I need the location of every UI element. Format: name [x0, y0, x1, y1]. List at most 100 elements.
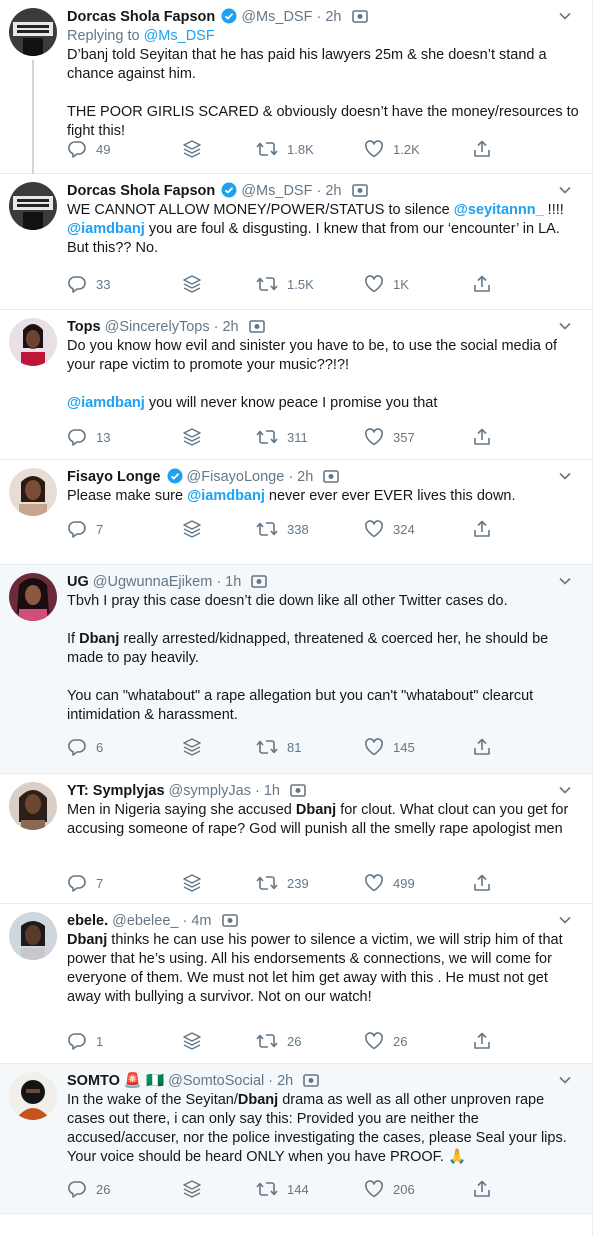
reply-count: 13: [96, 429, 111, 445]
retweet-button[interactable]: 1.8K: [256, 139, 314, 159]
display-name[interactable]: Dorcas Shola Fapson: [67, 183, 215, 199]
reply-button[interactable]: 49: [67, 139, 110, 159]
like-button[interactable]: 1.2K: [364, 139, 420, 159]
timestamp[interactable]: · 2h: [316, 9, 341, 25]
mention-link[interactable]: @seyitannn_: [454, 202, 544, 218]
mention-link[interactable]: @iamdbanj: [67, 221, 145, 237]
share-button[interactable]: [472, 873, 492, 893]
handle[interactable]: @FisayoLonge: [187, 469, 285, 485]
avatar[interactable]: [9, 468, 57, 516]
share-button[interactable]: [472, 737, 492, 757]
timestamp[interactable]: · 4m: [183, 913, 212, 929]
text-run: You can "whatabout" a rape allegation bu…: [67, 688, 534, 723]
stack-button[interactable]: [182, 1031, 202, 1051]
tweet[interactable]: UG @UgwunnaEjikem · 1h Tbvh I pray this …: [0, 565, 592, 774]
retweet-button[interactable]: 26: [256, 1031, 301, 1051]
avatar[interactable]: [9, 182, 57, 230]
like-button[interactable]: 499: [364, 873, 415, 893]
tweet[interactable]: ebele. @ebelee_ · 4m Dbanj thinks he can…: [0, 904, 592, 1064]
share-button[interactable]: [472, 519, 492, 539]
tweet[interactable]: YT: Symplyjas @symplyJas · 1h Men in Nig…: [0, 774, 592, 904]
display-name[interactable]: Fisayo Longe: [67, 469, 160, 485]
replying-handle-link[interactable]: @Ms_DSF: [144, 28, 215, 44]
replying-label: Replying to: [67, 28, 140, 44]
retweet-button[interactable]: 311: [256, 427, 308, 447]
stack-button[interactable]: [182, 873, 202, 893]
reply-button[interactable]: 13: [67, 427, 110, 447]
stack-button[interactable]: [182, 1179, 202, 1199]
display-name[interactable]: ebele.: [67, 913, 108, 929]
tweet[interactable]: Tops @SincerelyTops · 2h Do you know how…: [0, 310, 592, 460]
handle[interactable]: @Ms_DSF: [241, 9, 312, 25]
tweet[interactable]: SOMTO 🚨 🇳🇬 @SomtoSocial · 2h In the wake…: [0, 1064, 592, 1214]
like-button[interactable]: 206: [364, 1179, 415, 1199]
chevron-down-icon[interactable]: [558, 469, 572, 483]
retweet-button[interactable]: 1.5K: [256, 274, 314, 294]
timestamp[interactable]: · 2h: [268, 1073, 293, 1089]
handle[interactable]: @Ms_DSF: [241, 183, 312, 199]
share-button[interactable]: [472, 1179, 492, 1199]
chevron-down-icon[interactable]: [558, 319, 572, 333]
like-button[interactable]: 324: [364, 519, 415, 539]
reply-button[interactable]: 1: [67, 1031, 103, 1051]
like-button[interactable]: 145: [364, 737, 415, 757]
timestamp[interactable]: · 2h: [214, 319, 239, 335]
chevron-down-icon[interactable]: [558, 1073, 572, 1087]
handle[interactable]: @ebelee_: [112, 913, 178, 929]
avatar[interactable]: [9, 318, 57, 366]
handle[interactable]: @symplyJas: [169, 783, 251, 799]
camera-icon: [290, 784, 306, 797]
tweet-paragraph: D’banj told Seyitan that he has paid his…: [67, 46, 584, 84]
reply-button[interactable]: 33: [67, 274, 110, 294]
like-button[interactable]: 357: [364, 427, 415, 447]
chevron-down-icon[interactable]: [558, 183, 572, 197]
reply-button[interactable]: 7: [67, 873, 103, 893]
mention-link[interactable]: @iamdbanj: [67, 395, 145, 411]
avatar[interactable]: [9, 8, 57, 56]
share-button[interactable]: [472, 1031, 492, 1051]
display-name[interactable]: UG: [67, 574, 89, 590]
chevron-down-icon[interactable]: [558, 574, 572, 588]
stack-button[interactable]: [182, 519, 202, 539]
stack-button[interactable]: [182, 427, 202, 447]
stack-button[interactable]: [182, 274, 202, 294]
chevron-down-icon[interactable]: [558, 783, 572, 797]
timestamp[interactable]: · 2h: [316, 183, 341, 199]
retweet-button[interactable]: 338: [256, 519, 309, 539]
timestamp[interactable]: · 1h: [216, 574, 241, 590]
tweet[interactable]: Fisayo Longe @FisayoLonge · 2h Please ma…: [0, 460, 592, 565]
display-name[interactable]: Tops: [67, 319, 101, 335]
like-count: 499: [393, 875, 415, 891]
mention-link[interactable]: @iamdbanj: [187, 488, 265, 504]
retweet-count: 81: [287, 739, 302, 755]
timestamp[interactable]: · 1h: [255, 783, 280, 799]
avatar[interactable]: [9, 573, 57, 621]
reply-button[interactable]: 7: [67, 519, 103, 539]
display-name[interactable]: YT: Symplyjas: [67, 783, 165, 799]
handle[interactable]: @SincerelyTops: [105, 319, 210, 335]
timestamp[interactable]: · 2h: [288, 469, 313, 485]
display-name[interactable]: Dorcas Shola Fapson: [67, 9, 215, 25]
reply-button[interactable]: 6: [67, 737, 103, 757]
avatar[interactable]: [9, 782, 57, 830]
retweet-button[interactable]: 144: [256, 1179, 309, 1199]
tweet[interactable]: Dorcas Shola Fapson @Ms_DSF · 2h Replyin…: [0, 0, 592, 174]
share-button[interactable]: [472, 427, 492, 447]
like-button[interactable]: 1K: [364, 274, 409, 294]
handle[interactable]: @UgwunnaEjikem: [93, 574, 213, 590]
reply-button[interactable]: 26: [67, 1179, 110, 1199]
stack-button[interactable]: [182, 737, 202, 757]
retweet-button[interactable]: 239: [256, 873, 309, 893]
retweet-button[interactable]: 81: [256, 737, 301, 757]
avatar[interactable]: [9, 1072, 57, 1120]
avatar[interactable]: [9, 912, 57, 960]
stack-button[interactable]: [182, 139, 202, 159]
chevron-down-icon[interactable]: [558, 913, 572, 927]
handle[interactable]: @SomtoSocial: [168, 1073, 264, 1089]
like-button[interactable]: 26: [364, 1031, 407, 1051]
display-name[interactable]: SOMTO 🚨 🇳🇬: [67, 1073, 164, 1089]
share-button[interactable]: [472, 139, 492, 159]
tweet[interactable]: Dorcas Shola Fapson @Ms_DSF · 2h WE CANN…: [0, 174, 592, 310]
chevron-down-icon[interactable]: [558, 9, 572, 23]
share-button[interactable]: [472, 274, 492, 294]
